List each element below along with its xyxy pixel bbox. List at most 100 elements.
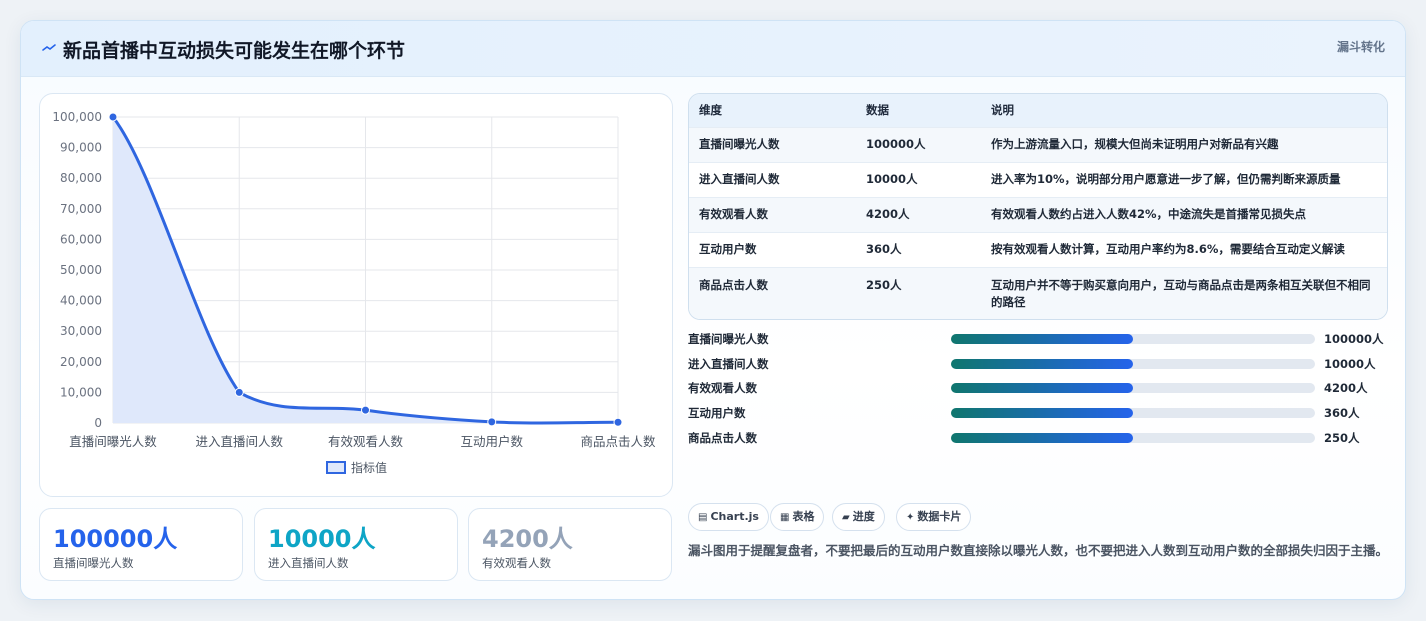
table-header-row: 维度 数据 说明 [689, 94, 1387, 127]
kpi-value: 100000人 [53, 525, 178, 553]
y-tick-label: 40,000 [60, 294, 102, 308]
progress-value: 360人 [1324, 406, 1360, 421]
progress-row: 直播间曝光人数 100000人 [688, 331, 1388, 356]
cell-dimension: 商品点击人数 [689, 266, 856, 319]
cell-dimension: 互动用户数 [689, 231, 856, 267]
legend-swatch [326, 461, 346, 474]
column-header: 说明 [991, 103, 1014, 118]
data-point [361, 405, 370, 415]
chip-label: 数据卡片 [917, 510, 962, 523]
kpi-label: 有效观看人数 [482, 556, 551, 570]
data-point [108, 112, 118, 122]
card-header: 新品首播中互动损失可能发生在哪个环节 漏斗转化 [21, 21, 1405, 77]
card-icon: ✦ [906, 512, 915, 523]
y-tick-label: 70,000 [60, 202, 102, 216]
cell-note: 进入率为10%，说明部分用户愿意进一步了解，但仍需判断来源质量 [981, 161, 1387, 197]
page-title: 新品首播中互动损失可能发生在哪个环节 [63, 40, 406, 62]
progress-fill [951, 383, 1133, 394]
kpi-value: 4200人 [482, 525, 573, 553]
progress-fill [951, 334, 1133, 344]
cell-value: 250人 [856, 266, 981, 319]
kpi-card: 4200人 有效观看人数 [468, 508, 672, 581]
y-tick-label: 10,000 [60, 385, 102, 399]
progress-fill [951, 358, 1133, 369]
progress-fill [951, 432, 1133, 443]
progress-value: 4200人 [1324, 381, 1368, 396]
y-tick-label: 90,000 [60, 141, 102, 155]
progress-row: 互动用户数 360人 [688, 405, 1388, 430]
progress-value: 100000人 [1324, 332, 1384, 346]
kpi-label: 直播间曝光人数 [53, 556, 134, 570]
progress-label: 商品点击人数 [688, 430, 757, 445]
cell-dimension: 进入直播间人数 [689, 161, 856, 197]
cell-dimension: 有效观看人数 [689, 196, 856, 232]
cell-note: 互动用户并不等于购买意向用户，互动与商品点击是两条相互关联但不相同的路径 [981, 266, 1387, 319]
column-header: 维度 [699, 103, 722, 118]
y-tick-label: 20,000 [60, 355, 102, 369]
progress-track [951, 432, 1315, 443]
chip-datacard[interactable]: ✦ 数据卡片 [896, 503, 972, 531]
y-tick-label: 50,000 [60, 263, 102, 277]
table-row: 互动用户数 360人 按有效观看人数计算，互动用户率约为8.6%，需要结合互动定… [689, 231, 1387, 267]
category-tag: 漏斗转化 [1336, 40, 1385, 54]
progress-value: 10000人 [1324, 356, 1376, 371]
table-row: 商品点击人数 250人 互动用户并不等于购买意向用户，互动与商品点击是两条相互关… [689, 266, 1387, 319]
progress-value: 250人 [1324, 430, 1360, 445]
legend-label: 指标值 [351, 460, 387, 475]
progress-fill [951, 408, 1133, 419]
progress-track [951, 358, 1315, 369]
progress-label: 进入直播间人数 [688, 356, 769, 371]
column-header: 数据 [866, 103, 889, 118]
cell-value: 4200人 [856, 196, 981, 232]
x-tick-label: 直播间曝光人数 [69, 434, 157, 449]
table-row: 直播间曝光人数 100000人 作为上游流量入口，规模大但尚未证明用户对新品有兴… [689, 126, 1387, 162]
cell-dimension: 直播间曝光人数 [689, 126, 856, 162]
kpi-value: 10000人 [268, 525, 376, 553]
chip-table[interactable]: ▦ 表格 [770, 503, 825, 531]
y-tick-label: 60,000 [60, 232, 102, 246]
progress-track [951, 383, 1315, 394]
chip-progress[interactable]: ▰ 进度 [832, 503, 885, 531]
progress-list: 直播间曝光人数 100000人 进入直播间人数 10000人 有效观看人数 42… [688, 331, 1388, 454]
cell-value: 360人 [856, 231, 981, 267]
data-table: 维度 数据 说明 直播间曝光人数 100000人 作为上游流量入口，规模大但尚未… [688, 93, 1388, 320]
x-tick-label: 有效观看人数 [328, 434, 404, 449]
data-point [613, 417, 623, 427]
cell-note: 按有效观看人数计算，互动用户率约为8.6%，需要结合互动定义解读 [981, 231, 1387, 267]
kpi-label: 进入直播间人数 [268, 556, 349, 570]
data-point [487, 417, 497, 427]
chart-canvas: 0 10,000 20,000 30,000 40,000 50,000 60,000 70,… [52, 110, 656, 475]
chart-icon: ▤ [698, 512, 708, 523]
chip-label: Chart.js [710, 510, 759, 523]
table-row: 有效观看人数 4200人 有效观看人数约占进入人数42%，中途流失是首播常见损失… [689, 196, 1387, 232]
y-tick-label: 100,000 [52, 110, 102, 124]
kpi-card: 10000人 进入直播间人数 [254, 508, 458, 581]
chip-label: 进度 [852, 510, 875, 523]
footnote: 漏斗图用于提醒复盘者，不要把最后的互动用户数直接除以曝光人数，也不要把进入人数到… [688, 543, 1389, 558]
cell-value: 100000人 [856, 126, 981, 162]
progress-track [951, 334, 1315, 344]
x-tick-label: 互动用户数 [460, 434, 523, 449]
chip-label: 表格 [792, 510, 815, 523]
progress-icon: ▰ [842, 512, 850, 523]
progress-label: 有效观看人数 [688, 381, 757, 396]
progress-row: 商品点击人数 250人 [688, 430, 1388, 455]
x-tick-label: 商品点击人数 [580, 434, 656, 449]
cell-note: 作为上游流量入口，规模大但尚未证明用户对新品有兴趣 [981, 126, 1387, 162]
table-row: 进入直播间人数 10000人 进入率为10%，说明部分用户愿意进一步了解，但仍需… [689, 161, 1387, 197]
cell-note: 有效观看人数约占进入人数42%，中途流失是首播常见损失点 [981, 196, 1387, 232]
trend-icon [42, 44, 56, 51]
table-icon: ▦ [780, 512, 790, 523]
data-point [234, 387, 244, 397]
x-tick-label: 进入直播间人数 [195, 434, 283, 449]
kpi-card: 100000人 直播间曝光人数 [39, 508, 243, 581]
y-tick-label: 80,000 [60, 171, 102, 185]
line-chart: 0 10,000 20,000 30,000 40,000 50,000 60,000 70,… [39, 93, 673, 497]
progress-row: 有效观看人数 4200人 [688, 380, 1388, 405]
progress-label: 互动用户数 [688, 406, 746, 421]
chip-chartjs[interactable]: ▤ Chart.js [688, 503, 769, 531]
funnel-card: 新品首播中互动损失可能发生在哪个环节 漏斗转化 0 10,000 20,000 30,… [20, 20, 1406, 600]
y-tick-label: 0 [94, 416, 102, 430]
progress-row: 进入直播间人数 10000人 [688, 356, 1388, 381]
progress-track [951, 408, 1315, 419]
